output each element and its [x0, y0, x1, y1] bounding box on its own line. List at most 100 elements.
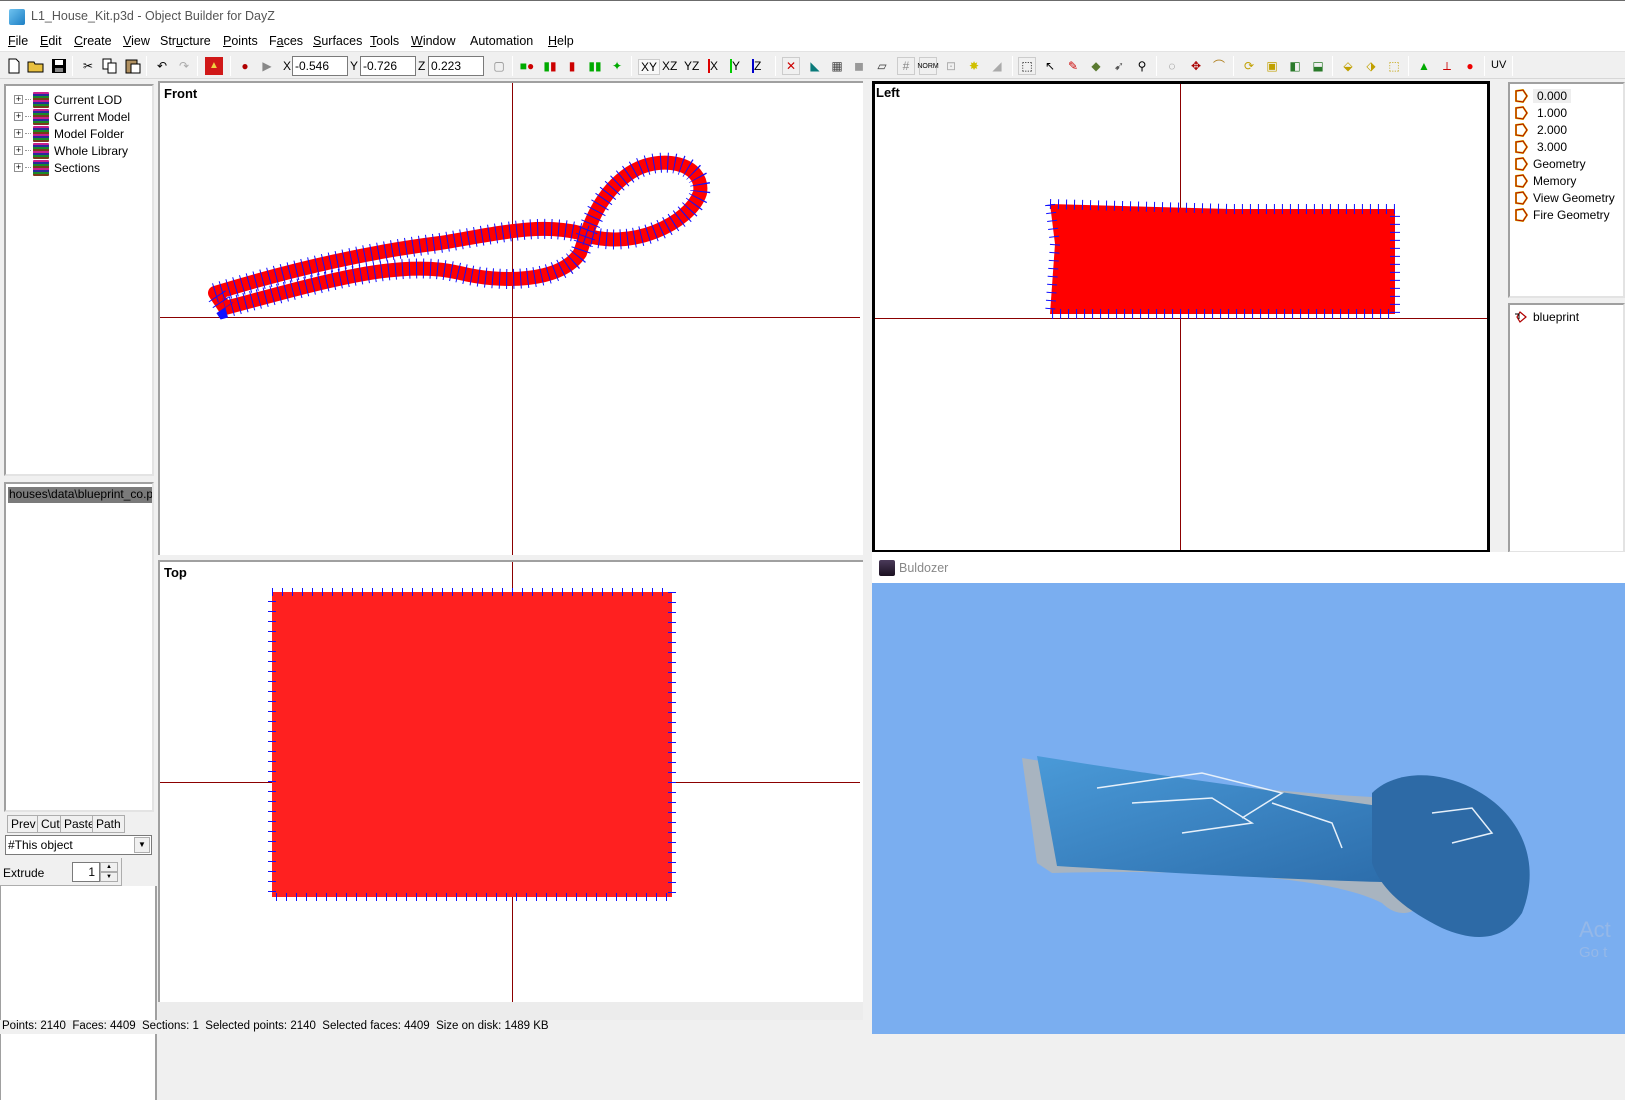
prev-button[interactable]: Prev — [7, 815, 40, 833]
select-edges-icon[interactable]: ▮ — [563, 57, 581, 75]
save-icon[interactable] — [50, 57, 68, 75]
select-objects-icon[interactable]: ▮▮ — [586, 57, 604, 75]
texture-list[interactable]: houses\data\blueprint_co.paa — [4, 482, 154, 812]
view-yz-button[interactable]: YZ — [684, 59, 699, 73]
open-folder-icon[interactable] — [27, 57, 45, 75]
select-vertex-icon[interactable]: ↖ — [1041, 57, 1059, 75]
object-select[interactable]: #This object ▼ — [5, 835, 152, 855]
extrude-spinner[interactable]: ▲ ▼ — [100, 862, 118, 882]
lasso-icon[interactable]: ◌ — [1163, 57, 1181, 75]
grid-icon[interactable]: # — [897, 57, 915, 75]
menu-file[interactable]: File — [8, 34, 28, 48]
zoom-icon[interactable]: ⚲ — [1133, 57, 1151, 75]
y-coord-input[interactable] — [360, 56, 416, 76]
paste-icon[interactable] — [124, 57, 142, 75]
pin-icon[interactable]: ◣ — [806, 57, 824, 75]
viewport-left[interactable]: Left — [872, 81, 1490, 553]
tree-item-current-lod[interactable]: + Current LOD — [14, 91, 122, 108]
menu-structure[interactable]: Structure — [160, 34, 211, 48]
solid-shade-icon[interactable]: ◼ — [850, 57, 868, 75]
lod-item-3[interactable]: 3.000 — [1514, 138, 1571, 155]
view-xz-button[interactable]: XZ — [662, 59, 677, 73]
play-icon[interactable]: ▶ — [258, 57, 276, 75]
rotate-icon[interactable]: ⟳ — [1240, 57, 1258, 75]
cut-icon[interactable]: ✂ — [79, 57, 97, 75]
texture-select-icon[interactable]: ◆ — [1087, 57, 1105, 75]
select-tool-icon[interactable]: ⬚ — [1018, 57, 1036, 75]
menu-view[interactable]: View — [123, 34, 150, 48]
menu-points[interactable]: Points — [223, 34, 258, 48]
face-info-icon[interactable]: ▲ — [1415, 57, 1433, 75]
flip-icon[interactable]: ⬓ — [1309, 57, 1327, 75]
mirror-icon[interactable]: ◧ — [1286, 57, 1304, 75]
view-z-button[interactable]: Z — [752, 59, 761, 73]
tree-item-model-folder[interactable]: + Model Folder — [14, 125, 124, 142]
tree-item-current-model[interactable]: + Current Model — [14, 108, 130, 125]
x-coord-input[interactable] — [292, 56, 348, 76]
viewport-front[interactable]: Front — [158, 81, 863, 555]
uv-editor-button[interactable]: UV — [1491, 59, 1506, 71]
select-faces-icon[interactable]: ▮ ▮ — [541, 57, 559, 75]
object-rotate-icon[interactable]: ⬗ — [1362, 57, 1380, 75]
record-icon[interactable]: ● — [236, 57, 254, 75]
point-info-icon[interactable]: ⟂ — [1438, 57, 1456, 75]
texture-list-item[interactable]: houses\data\blueprint_co.paa — [8, 487, 152, 503]
menu-edit[interactable]: Edit — [40, 34, 62, 48]
expand-icon[interactable]: + — [14, 95, 23, 104]
menu-surfaces[interactable]: Surfaces — [313, 34, 362, 48]
extrude-input[interactable]: 1 — [72, 862, 100, 882]
tree-item-whole-library[interactable]: + Whole Library — [14, 142, 128, 159]
proxy-icon[interactable]: ⊡ — [942, 57, 960, 75]
object-move-icon[interactable]: ⬙ — [1339, 57, 1357, 75]
paint-select-icon[interactable]: ✎ — [1064, 57, 1082, 75]
horizontal-scrollbar[interactable] — [158, 1002, 863, 1020]
expand-icon[interactable]: + — [14, 112, 23, 121]
lod-item-geometry[interactable]: Geometry — [1514, 155, 1586, 172]
expand-icon[interactable]: + — [14, 129, 23, 138]
menu-faces[interactable]: Faces — [269, 34, 303, 48]
background-icon[interactable]: ◢ — [988, 57, 1006, 75]
menu-automation[interactable]: Automation — [470, 34, 533, 48]
menu-tools[interactable]: Tools — [370, 34, 399, 48]
menu-window[interactable]: Window — [411, 34, 455, 48]
view-x-button[interactable]: X — [708, 59, 718, 73]
transform-icon[interactable]: ✦ — [608, 57, 626, 75]
view-xy-button[interactable]: XY — [638, 59, 661, 75]
copy-icon[interactable] — [101, 57, 119, 75]
buldozer-window[interactable]: Buldozer Act Go t — [872, 552, 1625, 1034]
select-points-icon[interactable]: ■ ● — [518, 57, 536, 75]
hide-selection-icon[interactable]: ✕ — [782, 57, 800, 75]
lod-item-memory[interactable]: Memory — [1514, 172, 1576, 189]
undo-icon[interactable]: ↶ — [153, 57, 171, 75]
viewport-top[interactable]: Top — [158, 560, 863, 1002]
lod-list[interactable]: 0.000 1.000 2.000 3.000 Geometry Memory … — [1508, 82, 1625, 298]
wireframe-box-icon[interactable]: ▱ — [873, 57, 891, 75]
expand-icon[interactable]: + — [14, 163, 23, 172]
lod-item-0[interactable]: 0.000 — [1514, 87, 1572, 104]
menu-help[interactable]: Help — [548, 34, 574, 48]
path-button[interactable]: Path — [92, 815, 125, 833]
gear-icon[interactable]: ✸ — [965, 57, 983, 75]
buldozer-title-bar[interactable]: Buldozer — [872, 552, 1625, 583]
tree-item-sections[interactable]: + Sections — [14, 159, 100, 176]
spin-up-icon[interactable]: ▲ — [100, 862, 118, 872]
expand-icon[interactable]: + — [14, 146, 23, 155]
new-file-icon[interactable] — [5, 57, 23, 75]
move-icon[interactable]: ✥ — [1187, 57, 1205, 75]
pan-icon[interactable]: ➹ — [1110, 57, 1128, 75]
lod-item-view-geometry[interactable]: View Geometry — [1514, 189, 1615, 206]
lod-item-2[interactable]: 2.000 — [1514, 121, 1571, 138]
z-coord-input[interactable] — [428, 56, 484, 76]
lod-item-1[interactable]: 1.000 — [1514, 104, 1571, 121]
texture-icon[interactable]: ▲ — [205, 57, 223, 75]
curve-icon[interactable]: ⌒ — [1210, 57, 1228, 75]
scale-icon[interactable]: ▣ — [1263, 57, 1281, 75]
chevron-down-icon[interactable]: ▼ — [134, 837, 150, 853]
object-scale-icon[interactable]: ⬚ — [1385, 57, 1403, 75]
spin-down-icon[interactable]: ▼ — [100, 872, 118, 882]
selection-item-blueprint[interactable]: blueprint — [1514, 308, 1579, 325]
normals-icon[interactable]: NORM — [917, 57, 939, 75]
texture-shade-icon[interactable]: ▦ — [828, 57, 846, 75]
view-y-button[interactable]: Y — [730, 59, 740, 73]
box-view-icon[interactable]: ▢ — [490, 57, 508, 75]
